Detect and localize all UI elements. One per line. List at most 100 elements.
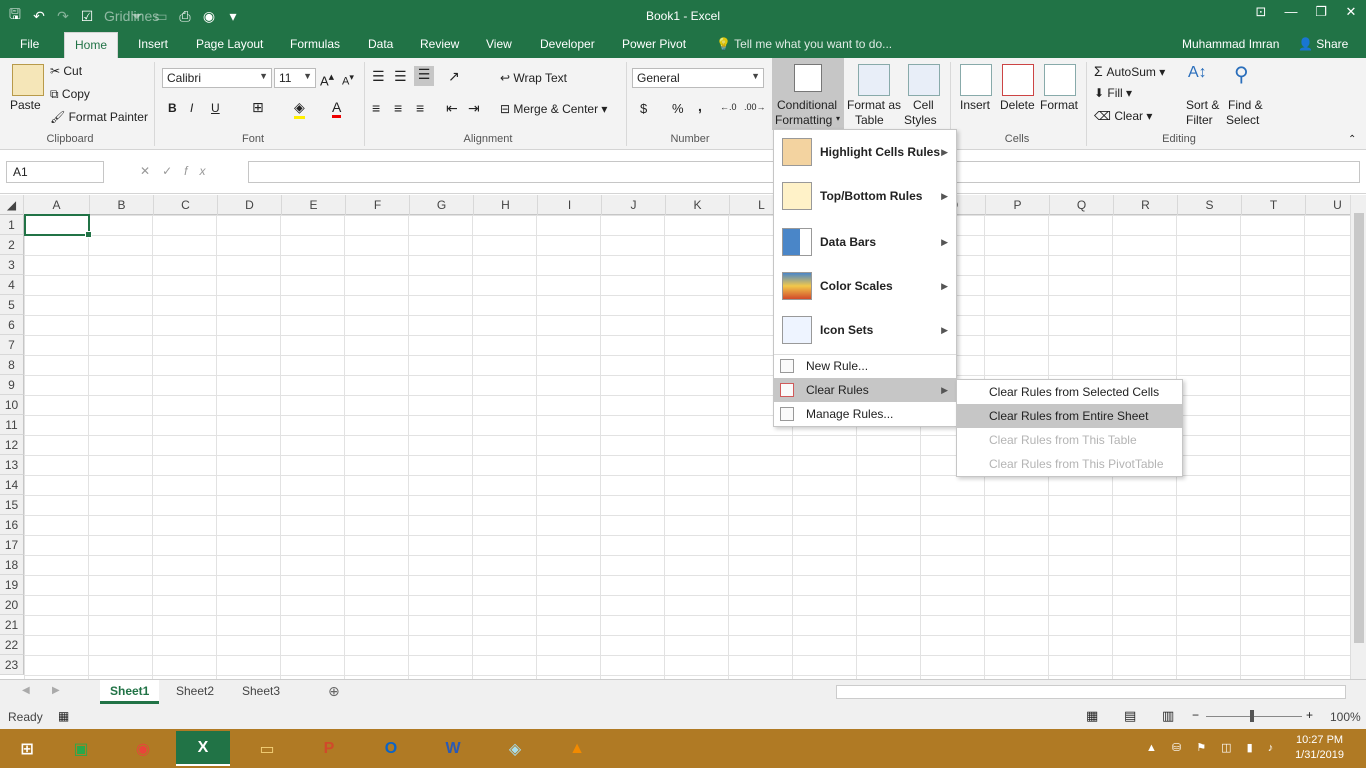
cut-button[interactable]: ✂ Cut	[50, 64, 82, 78]
sort-filter-label-1[interactable]: Sort &	[1186, 98, 1219, 112]
menu-item-clear-rules[interactable]: Clear Rules ▶	[774, 378, 956, 402]
row-header[interactable]: 17	[0, 535, 24, 555]
top-align-icon[interactable]: ☰	[372, 68, 385, 85]
row-header[interactable]: 19	[0, 575, 24, 595]
number-format-select[interactable]: General ▼	[632, 68, 764, 88]
row-header[interactable]: 16	[0, 515, 24, 535]
font-name-select[interactable]: Calibri ▼	[162, 68, 272, 88]
row-header[interactable]: 13	[0, 455, 24, 475]
tab-page-layout[interactable]: Page Layout	[186, 32, 273, 58]
tab-power-pivot[interactable]: Power Pivot	[612, 32, 696, 58]
outlook-icon[interactable]: O	[364, 731, 418, 766]
next-sheet-icon[interactable]: ▶	[52, 685, 60, 696]
menu-item-top-bottom-rules[interactable]: Top/Bottom Rules ▶	[774, 174, 956, 218]
autosum-button[interactable]: Σ AutoSum ▾	[1094, 63, 1165, 79]
fill-color-icon[interactable]: ◈	[294, 99, 305, 119]
cell-styles-label-2[interactable]: Styles	[904, 113, 937, 127]
align-right-icon[interactable]: ≡	[416, 100, 424, 116]
find-select-label-2[interactable]: Select	[1226, 113, 1259, 127]
underline-button[interactable]: U	[211, 101, 220, 115]
photos-icon[interactable]: ◈	[488, 731, 542, 766]
shrink-font-icon[interactable]: A▾	[342, 72, 354, 88]
find-select-label-1[interactable]: Find &	[1228, 98, 1263, 112]
name-box[interactable]: A1	[6, 161, 104, 183]
column-header[interactable]: P	[986, 195, 1050, 215]
tell-me-box[interactable]: 💡 Tell me what you want to do...	[716, 32, 892, 56]
zoom-out-icon[interactable]: −	[1192, 708, 1199, 722]
row-header[interactable]: 18	[0, 555, 24, 575]
tab-insert[interactable]: Insert	[128, 32, 178, 58]
menu-item-icon-sets[interactable]: Icon Sets ▶	[774, 308, 956, 352]
system-tray-icons[interactable]: ▲ ⛁ ⚑ ◫ ▮ ♪	[1146, 741, 1279, 754]
zoom-in-icon[interactable]: +	[1306, 708, 1313, 722]
row-header[interactable]: 11	[0, 415, 24, 435]
magnifier-icon[interactable]: ⚲	[1234, 62, 1249, 87]
sheet-tab-1[interactable]: Sheet1	[100, 680, 160, 704]
comma-button[interactable]: ,	[698, 98, 702, 114]
vertical-scrollbar[interactable]	[1350, 195, 1366, 679]
format-cells-icon[interactable]	[1044, 64, 1076, 96]
powerpoint-icon[interactable]: P	[302, 731, 356, 766]
wrap-text-button[interactable]: ↩ Wrap Text	[500, 71, 567, 85]
column-header[interactable]: E	[282, 195, 346, 215]
collapse-ribbon-icon[interactable]: ⌃	[1348, 134, 1356, 145]
currency-button[interactable]: $	[640, 101, 647, 116]
cell-styles-label-1[interactable]: Cell	[913, 98, 934, 112]
taskbar-clock[interactable]: 10:27 PM 1/31/2019	[1295, 733, 1344, 763]
menu-item-data-bars[interactable]: Data Bars ▶	[774, 220, 956, 264]
sheet-tab-2[interactable]: Sheet2	[166, 680, 224, 704]
column-header[interactable]: T	[1242, 195, 1306, 215]
cancel-icon[interactable]: ✕	[140, 164, 162, 178]
row-header[interactable]: 15	[0, 495, 24, 515]
column-header[interactable]: S	[1178, 195, 1242, 215]
start-icon[interactable]: ⊞	[0, 731, 54, 766]
page-layout-view-icon[interactable]: ▤	[1124, 708, 1136, 724]
sort-filter-icon[interactable]: A↕	[1188, 64, 1207, 82]
tab-data[interactable]: Data	[358, 32, 403, 58]
row-header[interactable]: 21	[0, 615, 24, 635]
zoom-slider[interactable]	[1206, 716, 1302, 717]
format-as-table-icon[interactable]	[858, 64, 890, 96]
menu-item-clear-selected-cells[interactable]: Clear Rules from Selected Cells	[957, 380, 1182, 404]
grow-font-icon[interactable]: A▴	[320, 70, 334, 88]
insert-cells-button[interactable]: Insert	[960, 98, 990, 112]
prev-sheet-icon[interactable]: ◀	[22, 685, 30, 696]
macro-record-icon[interactable]: ▦	[58, 709, 69, 723]
format-painter-button[interactable]: 🖌 Format Painter	[50, 110, 148, 124]
active-cell-a1[interactable]	[24, 214, 92, 238]
column-header[interactable]: A	[24, 195, 90, 215]
increase-decimal-icon[interactable]: ←.0	[720, 102, 737, 112]
row-header[interactable]: 23	[0, 655, 24, 675]
borders-icon[interactable]: ⊞	[252, 99, 264, 116]
middle-align-icon[interactable]: ☰	[394, 68, 407, 85]
format-cells-button[interactable]: Format	[1040, 98, 1078, 112]
font-color-icon[interactable]: A	[332, 99, 342, 118]
page-break-view-icon[interactable]: ▥	[1162, 708, 1174, 724]
row-header[interactable]: 5	[0, 295, 24, 315]
column-header[interactable]: D	[218, 195, 282, 215]
delete-cells-button[interactable]: Delete	[1000, 98, 1035, 112]
row-header[interactable]: 1	[0, 215, 24, 235]
close-button[interactable]: ✕	[1336, 0, 1366, 28]
tab-developer[interactable]: Developer	[530, 32, 605, 58]
enter-icon[interactable]: ✓	[162, 164, 184, 178]
merge-center-button[interactable]: ⊟ Merge & Center ▾	[500, 102, 607, 116]
row-header[interactable]: 9	[0, 375, 24, 395]
column-header[interactable]: Q	[1050, 195, 1114, 215]
delete-cells-icon[interactable]	[1002, 64, 1034, 96]
row-header[interactable]: 7	[0, 335, 24, 355]
tab-file[interactable]: File	[10, 32, 49, 58]
fill-button[interactable]: ⬇ Fill ▾	[1094, 86, 1132, 100]
orientation-icon[interactable]: ↗	[448, 68, 460, 85]
column-header[interactable]: J	[602, 195, 666, 215]
vlc-icon[interactable]: ▲	[550, 731, 604, 766]
paste-button[interactable]: Paste	[10, 98, 41, 112]
minimize-button[interactable]: —	[1276, 0, 1306, 28]
menu-item-clear-entire-sheet[interactable]: Clear Rules from Entire Sheet	[957, 404, 1182, 428]
menu-item-manage-rules[interactable]: Manage Rules...	[774, 402, 956, 426]
tab-home[interactable]: Home	[64, 32, 119, 58]
tab-view[interactable]: View	[476, 32, 522, 58]
clear-button[interactable]: ⌫ Clear ▾	[1094, 109, 1152, 123]
row-header[interactable]: 20	[0, 595, 24, 615]
excel-icon[interactable]: X	[176, 731, 230, 766]
